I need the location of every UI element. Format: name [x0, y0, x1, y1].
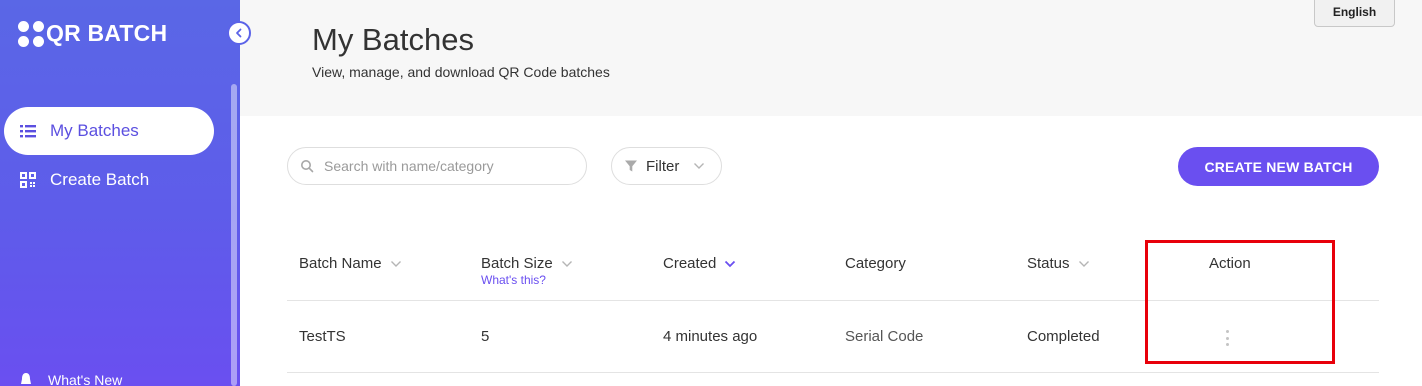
table-row-divider	[287, 372, 1379, 373]
cell-created: 4 minutes ago	[663, 328, 758, 345]
column-header-action: Action	[1209, 255, 1251, 272]
column-header-batch-size[interactable]: Batch Size	[481, 255, 573, 272]
column-header-category: Category	[845, 255, 906, 272]
sidebar-item-my-batches[interactable]: My Batches	[4, 107, 214, 155]
chevron-left-icon	[236, 28, 242, 38]
cell-batch-size: 5	[481, 328, 490, 345]
chevron-down-icon	[390, 260, 401, 267]
funnel-icon	[625, 160, 637, 172]
column-label: Batch Size	[481, 255, 553, 272]
column-label: Status	[1027, 255, 1070, 272]
filter-label: Filter	[646, 157, 680, 175]
sidebar-item-label: Create Batch	[50, 170, 150, 189]
cell-status: Completed	[1027, 328, 1100, 345]
sidebar-item-whats-new[interactable]: What's New	[18, 372, 122, 386]
language-selector[interactable]: English	[1314, 0, 1395, 27]
column-label: Created	[663, 255, 717, 272]
bell-icon	[18, 372, 34, 386]
chevron-down-icon	[694, 163, 705, 169]
page-title: My Batches	[312, 22, 474, 57]
search-input[interactable]	[324, 158, 574, 174]
column-header-status[interactable]: Status	[1027, 255, 1090, 272]
qr-code-icon	[20, 172, 36, 188]
brand-logo-icon	[18, 20, 44, 47]
sidebar-item-create-batch[interactable]: Create Batch	[4, 156, 214, 204]
column-header-created[interactable]: Created	[663, 255, 736, 272]
list-icon	[20, 123, 36, 139]
cell-batch-name: TestTS	[299, 328, 346, 345]
brand-name: QR BATCH	[46, 20, 168, 46]
column-header-batch-name[interactable]: Batch Name	[299, 255, 402, 272]
brand[interactable]: QR BATCH	[18, 20, 167, 47]
sidebar: QR BATCH My Batches Create Batch What's …	[0, 0, 240, 386]
create-new-batch-button[interactable]: CREATE NEW BATCH	[1178, 147, 1379, 186]
column-label: Category	[845, 255, 906, 272]
table-header-divider	[287, 300, 1379, 301]
chevron-down-icon	[1078, 260, 1089, 267]
row-actions-kebab-icon[interactable]	[1224, 330, 1230, 346]
sidebar-item-label: What's New	[48, 372, 123, 386]
sidebar-item-label: My Batches	[50, 121, 139, 140]
column-label: Batch Name	[299, 255, 382, 272]
column-label: Action	[1209, 255, 1251, 272]
filter-dropdown[interactable]: Filter	[611, 147, 722, 185]
page-subtitle: View, manage, and download QR Code batch…	[312, 64, 610, 80]
chevron-down-icon	[561, 260, 572, 267]
whats-this-link[interactable]: What's this?	[481, 273, 546, 287]
search-icon	[301, 160, 314, 173]
sidebar-scrollbar[interactable]	[231, 84, 237, 386]
search-box[interactable]	[287, 147, 587, 185]
collapse-sidebar-button[interactable]	[227, 21, 251, 45]
chevron-down-icon	[725, 260, 736, 267]
cell-category: Serial Code	[845, 328, 924, 345]
